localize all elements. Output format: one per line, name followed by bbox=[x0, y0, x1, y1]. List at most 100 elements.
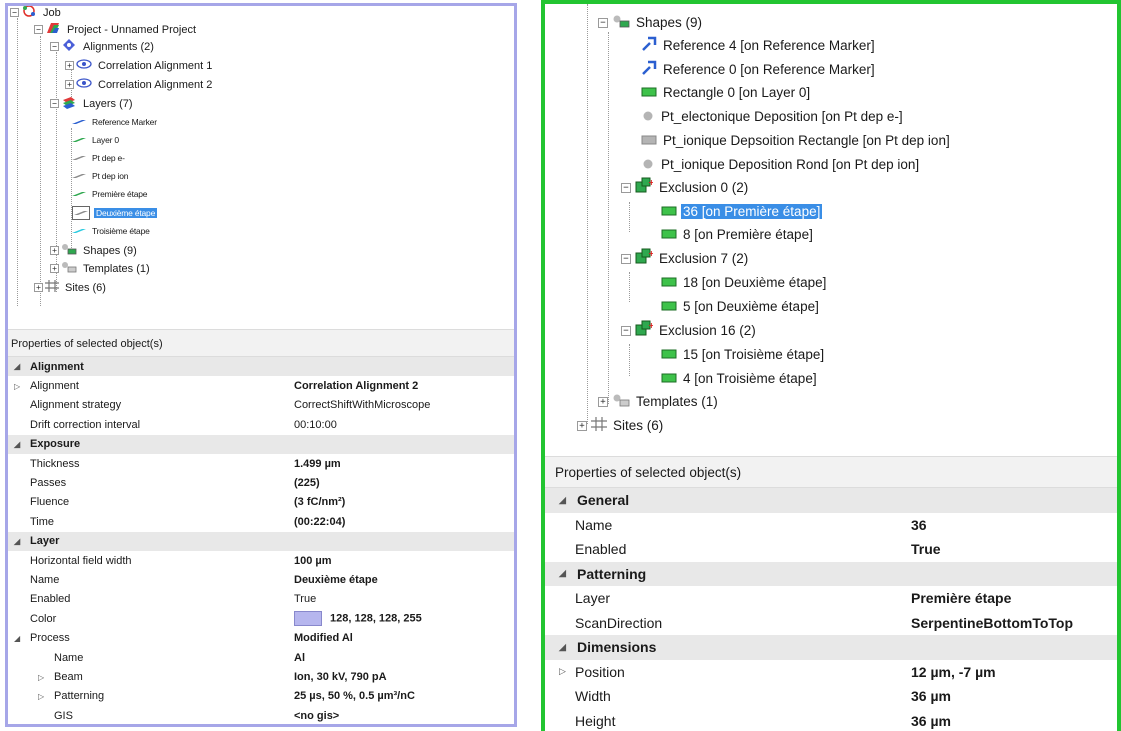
property-row[interactable]: Layer Première étape bbox=[545, 586, 1117, 611]
tree-item-shapes[interactable]: − Shapes (9) bbox=[598, 12, 704, 33]
property-row[interactable]: Height 36 µm bbox=[545, 709, 1117, 731]
tree-item-layer-0[interactable]: Layer 0 bbox=[72, 131, 121, 148]
tree-item-shapes[interactable]: + Shapes (9) bbox=[50, 242, 139, 259]
category-general[interactable]: ◢ General bbox=[545, 488, 1117, 513]
tree-label: Troisième étape bbox=[92, 225, 150, 236]
category-exposure[interactable]: ◢ Exposure bbox=[8, 434, 514, 454]
property-row[interactable]: ▷ Patterning 25 µs, 50 %, 0.5 µm³/nC bbox=[8, 687, 514, 706]
property-row[interactable]: ▷ Beam Ion, 30 kV, 790 pA bbox=[8, 667, 514, 686]
tree-item-alignments[interactable]: − Alignments (2) bbox=[50, 38, 156, 55]
tree-item-sites[interactable]: + Sites (6) bbox=[34, 279, 108, 296]
collapse-toggle[interactable]: − bbox=[621, 253, 631, 264]
tree-item-reference-0[interactable]: Reference 0 [on Reference Marker] bbox=[641, 59, 877, 80]
property-row[interactable]: Alignment strategy CorrectShiftWithMicro… bbox=[8, 396, 514, 415]
collapse-triangle-icon[interactable]: ◢ bbox=[14, 362, 20, 371]
property-row[interactable]: Name Al bbox=[8, 648, 514, 667]
tree-label: Première étape bbox=[92, 188, 148, 199]
tree-item-pt-ionique-rond[interactable]: Pt_ionique Deposition Rond [on Pt dep io… bbox=[641, 154, 921, 175]
expand-toggle[interactable]: + bbox=[65, 61, 74, 70]
property-row[interactable]: Fluence (3 fC/nm²) bbox=[8, 493, 514, 512]
tree-item-exclusion-7[interactable]: − + Exclusion 7 (2) bbox=[621, 248, 750, 269]
tree-item-pt-electonique-deposition[interactable]: Pt_electonique Deposition [on Pt dep e-] bbox=[641, 106, 905, 127]
property-row[interactable]: Width 36 µm bbox=[545, 684, 1117, 709]
category-alignment[interactable]: ◢ Alignment bbox=[8, 357, 514, 377]
property-row[interactable]: ▷ Alignment Correlation Alignment 2 bbox=[8, 376, 514, 395]
tree-item-exclusion-16[interactable]: − + Exclusion 16 (2) bbox=[621, 320, 758, 341]
property-row[interactable]: Thickness 1.499 µm bbox=[8, 454, 514, 473]
tree-item-layers[interactable]: − Layers (7) bbox=[50, 95, 135, 112]
expand-triangle-icon[interactable]: ▷ bbox=[559, 666, 566, 677]
property-row[interactable]: Color 128, 128, 128, 255 bbox=[8, 609, 514, 628]
collapse-triangle-icon[interactable]: ◢ bbox=[14, 440, 20, 449]
collapse-triangle-icon[interactable]: ◢ bbox=[559, 568, 566, 579]
tree-item-shape-15[interactable]: 15 [on Troisième étape] bbox=[661, 344, 826, 365]
property-row[interactable]: Enabled True bbox=[8, 590, 514, 609]
tree-item-correlation-alignment-1[interactable]: + Correlation Alignment 1 bbox=[65, 57, 214, 74]
rectangle-icon bbox=[661, 227, 677, 242]
tree-item-shape-18[interactable]: 18 [on Deuxième étape] bbox=[661, 272, 828, 293]
eye-icon bbox=[76, 58, 92, 73]
tree-item-templates[interactable]: + Templates (1) bbox=[50, 260, 152, 277]
property-row[interactable]: ScanDirection SerpentineBottomToTop bbox=[545, 611, 1117, 636]
tree-item-layer-deuxieme-etape[interactable]: Deuxième étape bbox=[72, 204, 158, 221]
collapse-toggle[interactable]: − bbox=[10, 8, 19, 17]
tree-label: Correlation Alignment 1 bbox=[98, 59, 213, 72]
tree-item-sites[interactable]: + Sites (6) bbox=[577, 415, 665, 436]
property-row[interactable]: Time (00:22:04) bbox=[8, 512, 514, 531]
expand-triangle-icon[interactable]: ▷ bbox=[38, 692, 44, 701]
tree-item-project[interactable]: − Project - Unnamed Project bbox=[34, 21, 198, 38]
property-row[interactable]: Passes (225) bbox=[8, 473, 514, 492]
tree-item-shape-4[interactable]: 4 [on Troisième étape] bbox=[661, 368, 819, 389]
property-row[interactable]: Drift correction interval 00:10:00 bbox=[8, 415, 514, 434]
tree-item-templates[interactable]: + Templates (1) bbox=[598, 391, 720, 412]
tree-item-reference-4[interactable]: Reference 4 [on Reference Marker] bbox=[641, 35, 877, 56]
collapse-toggle[interactable]: − bbox=[621, 325, 631, 336]
layers-icon bbox=[61, 95, 77, 112]
collapse-triangle-icon[interactable]: ◢ bbox=[559, 642, 566, 653]
tree-item-layer-reference-marker[interactable]: Reference Marker bbox=[72, 113, 159, 130]
expand-toggle[interactable]: + bbox=[598, 396, 608, 407]
color-value[interactable]: 128, 128, 128, 255 bbox=[294, 611, 422, 627]
category-layer[interactable]: ◢ Layer bbox=[8, 531, 514, 551]
tree-item-layer-pt-dep-ion[interactable]: Pt dep ion bbox=[72, 167, 130, 184]
property-row[interactable]: GIS <no gis> bbox=[8, 706, 514, 724]
collapse-toggle[interactable]: − bbox=[621, 182, 631, 193]
property-row[interactable]: Name Deuxième étape bbox=[8, 570, 514, 589]
property-row[interactable]: Horizontal field width 100 µm bbox=[8, 551, 514, 570]
collapse-toggle[interactable]: − bbox=[50, 99, 59, 108]
collapse-toggle[interactable]: − bbox=[34, 25, 43, 34]
expand-triangle-icon[interactable]: ▷ bbox=[14, 382, 20, 391]
expand-toggle[interactable]: + bbox=[34, 283, 43, 292]
tree-item-job[interactable]: − Job bbox=[10, 6, 63, 21]
tree-item-layer-premiere-etape[interactable]: Première étape bbox=[72, 185, 149, 202]
collapse-toggle[interactable]: − bbox=[598, 17, 608, 28]
tree-item-pt-ionique-rectangle[interactable]: Pt_ionique Depsoition Rectangle [on Pt d… bbox=[641, 130, 952, 151]
tree-item-shape-36[interactable]: 36 [on Première étape] bbox=[661, 201, 823, 222]
property-row[interactable]: ▷ Position 12 µm, -7 µm bbox=[545, 660, 1117, 685]
tree-item-shape-8[interactable]: 8 [on Première étape] bbox=[661, 224, 815, 245]
category-patterning[interactable]: ◢ Patterning bbox=[545, 561, 1117, 586]
collapse-triangle-icon[interactable]: ◢ bbox=[559, 495, 566, 506]
tree-item-exclusion-0[interactable]: − + Exclusion 0 (2) bbox=[621, 177, 750, 198]
collapse-triangle-icon[interactable]: ◢ bbox=[14, 634, 20, 643]
expand-toggle[interactable]: + bbox=[65, 80, 74, 89]
shapes-icon bbox=[612, 14, 630, 31]
expand-toggle[interactable]: + bbox=[50, 264, 59, 273]
expand-toggle[interactable]: + bbox=[50, 246, 59, 255]
rectangle-icon bbox=[661, 204, 677, 219]
property-row[interactable]: Name 36 bbox=[545, 513, 1117, 538]
layer-icon bbox=[72, 117, 86, 127]
tree-item-rectangle-0[interactable]: Rectangle 0 [on Layer 0] bbox=[641, 82, 812, 103]
tree-item-shape-5[interactable]: 5 [on Deuxième étape] bbox=[661, 296, 821, 317]
expand-triangle-icon[interactable]: ▷ bbox=[38, 673, 44, 682]
expand-toggle[interactable]: + bbox=[577, 420, 587, 431]
collapse-toggle[interactable]: − bbox=[50, 42, 59, 51]
tree-label: Exclusion 7 (2) bbox=[659, 251, 749, 266]
property-row[interactable]: Enabled True bbox=[545, 537, 1117, 562]
tree-item-layer-pt-dep-e[interactable]: Pt dep e- bbox=[72, 149, 127, 166]
tree-item-correlation-alignment-2[interactable]: + Correlation Alignment 2 bbox=[65, 76, 214, 93]
category-dimensions[interactable]: ◢ Dimensions bbox=[545, 635, 1117, 660]
collapse-triangle-icon[interactable]: ◢ bbox=[14, 537, 20, 546]
property-row[interactable]: ◢ Process Modified Al bbox=[8, 629, 514, 648]
tree-item-layer-troisieme-etape[interactable]: Troisième étape bbox=[72, 222, 152, 239]
